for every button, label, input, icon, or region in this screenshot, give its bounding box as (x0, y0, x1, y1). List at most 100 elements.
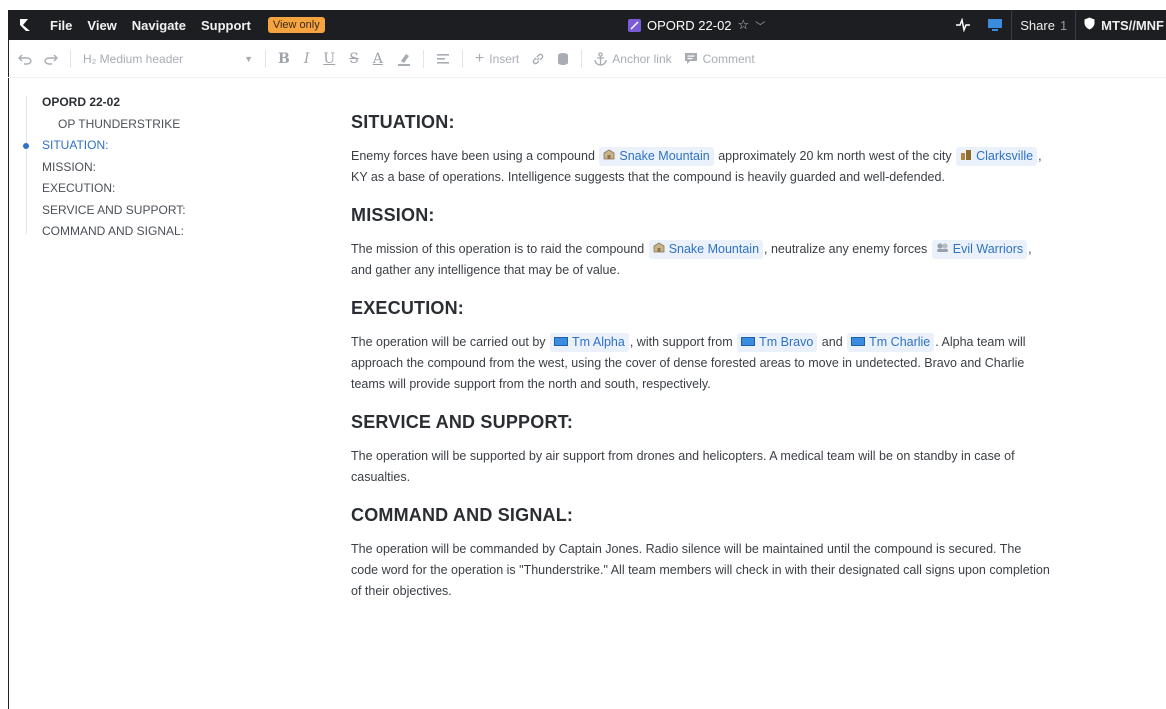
text-color-icon[interactable]: A (373, 51, 383, 67)
entity-link-snake-mountain[interactable]: Snake Mountain (648, 240, 764, 259)
heading-style-value: H₂ Medium header (83, 51, 184, 66)
menu-view[interactable]: View (87, 18, 116, 33)
section-heading: SERVICE AND SUPPORT: (351, 412, 574, 432)
section-service-support: SERVICE AND SUPPORT: The operation will … (351, 412, 1051, 488)
outline-title[interactable]: OPORD 22-02 (26, 92, 286, 114)
entity-link-label: Tm Bravo (759, 335, 814, 349)
entity-link-evil-warriors[interactable]: Evil Warriors (931, 240, 1028, 259)
divider (581, 49, 583, 68)
entity-link-tm-charlie[interactable]: Tm Charlie (847, 333, 935, 352)
outline-item-command-signal[interactable]: COMMAND AND SIGNAL: (26, 221, 286, 243)
heading-style-select[interactable]: H₂ Medium header ▼ (83, 52, 253, 66)
outline-item-situation[interactable]: SITUATION: (23, 135, 286, 157)
entity-link-clarksville[interactable]: Clarksville (956, 147, 1038, 166)
section-paragraph: The mission of this operation is to raid… (351, 239, 1051, 281)
document-icon (628, 18, 641, 32)
redo-icon[interactable] (44, 53, 58, 65)
divider (461, 49, 463, 68)
undo-icon[interactable] (18, 53, 32, 65)
editor-toolbar: H₂ Medium header ▼ B I U S A + Insert An… (8, 40, 1166, 78)
outline-subtitle[interactable]: OP THUNDERSTRIKE (26, 114, 286, 136)
database-icon[interactable] (557, 52, 569, 66)
star-icon[interactable]: ☆ (738, 17, 750, 33)
section-paragraph: The operation will be carried out by Tm … (351, 332, 1051, 395)
comment-button[interactable]: Comment (684, 52, 755, 66)
insert-label: Insert (489, 51, 520, 66)
menu-file[interactable]: File (50, 18, 72, 33)
underline-icon[interactable]: U (323, 51, 335, 67)
share-button[interactable]: Share 1 (1012, 10, 1075, 40)
text-run: and (818, 335, 847, 349)
comment-icon (684, 52, 698, 65)
outline-item-service-support[interactable]: SERVICE AND SUPPORT: (26, 200, 286, 222)
divider (265, 49, 266, 68)
document-body: SITUATION: Enemy forces have been using … (351, 112, 1051, 602)
document-title-area[interactable]: OPORD 22-02 ☆ ﹀ (628, 10, 765, 40)
text-run: Enemy forces have been using a compound (351, 149, 599, 163)
entity-link-label: Tm Alpha (572, 335, 625, 349)
anchor-link-button[interactable]: Anchor link (594, 51, 672, 66)
unit-icon (851, 333, 866, 352)
strikethrough-icon[interactable]: S (349, 51, 359, 67)
entity-link-label: Snake Mountain (619, 149, 710, 163)
chevron-down-icon[interactable]: ﹀ (755, 18, 765, 33)
section-execution: EXECUTION: The operation will be carried… (351, 298, 1051, 395)
entity-link-tm-alpha[interactable]: Tm Alpha (550, 333, 629, 352)
entity-link-tm-bravo[interactable]: Tm Bravo (737, 333, 818, 352)
outline-item-execution[interactable]: EXECUTION: (26, 178, 286, 200)
outline-item-mission[interactable]: MISSION: (26, 157, 286, 179)
section-heading: MISSION: (351, 205, 435, 225)
share-count: 1 (1059, 17, 1068, 33)
section-paragraph: The operation will be commanded by Capta… (351, 542, 1050, 598)
italic-icon[interactable]: I (304, 51, 310, 67)
entity-link-label: Clarksville (976, 149, 1034, 163)
divider (70, 49, 71, 68)
monitor-icon[interactable] (979, 10, 1011, 40)
text-run: , neutralize any enemy forces (764, 242, 931, 256)
align-left-icon[interactable] (436, 53, 450, 65)
entity-link-label: Snake Mountain (668, 242, 760, 256)
view-only-badge: View only (267, 17, 325, 33)
group-icon (936, 240, 949, 259)
link-icon[interactable] (531, 52, 545, 66)
highlight-icon[interactable] (397, 52, 411, 66)
divider (422, 49, 424, 68)
section-heading: EXECUTION: (351, 298, 465, 318)
classification-label: MTS//MNF (1101, 17, 1164, 33)
app-logo-icon[interactable] (12, 17, 38, 33)
activity-icon[interactable] (947, 10, 979, 40)
plus-icon: + (474, 49, 485, 67)
section-mission: MISSION: The mission of this operation i… (351, 205, 1051, 281)
comment-label: Comment (702, 51, 755, 66)
text-run: approximately 20 km north west of the ci… (714, 149, 956, 163)
menu-navigate[interactable]: Navigate (132, 18, 186, 33)
unit-icon (741, 333, 756, 352)
classification-button[interactable]: MTS//MNF (1076, 10, 1166, 40)
section-heading: SITUATION: (351, 112, 455, 132)
building-icon (603, 147, 615, 166)
section-paragraph: Enemy forces have been using a compound … (351, 146, 1051, 188)
entity-link-snake-mountain[interactable]: Snake Mountain (599, 147, 714, 166)
shield-icon (1084, 17, 1095, 33)
anchor-icon (594, 51, 607, 66)
city-icon (960, 147, 972, 166)
insert-button[interactable]: + Insert (475, 50, 519, 68)
menu-support[interactable]: Support (201, 18, 251, 33)
document-title: OPORD 22-02 (647, 17, 732, 33)
window-frame-edge (8, 40, 9, 709)
anchor-link-label: Anchor link (612, 51, 672, 66)
building-icon (653, 240, 665, 259)
caret-down-icon: ▼ (244, 53, 253, 64)
section-command-signal: COMMAND AND SIGNAL: The operation will b… (351, 505, 1051, 602)
entity-link-label: Tm Charlie (869, 335, 931, 349)
outline-item-label: SITUATION: (42, 138, 109, 152)
text-run: , with support from (629, 335, 737, 349)
active-indicator (23, 143, 29, 149)
section-paragraph: The operation will be supported by air s… (351, 449, 1015, 484)
text-run: The operation will be carried out by (351, 335, 550, 349)
document-outline: OPORD 22-02 OP THUNDERSTRIKE SITUATION: … (23, 92, 286, 243)
unit-icon (554, 333, 569, 352)
entity-link-label: Evil Warriors (952, 242, 1024, 256)
bold-icon[interactable]: B (278, 51, 290, 67)
section-heading: COMMAND AND SIGNAL: (351, 505, 574, 525)
